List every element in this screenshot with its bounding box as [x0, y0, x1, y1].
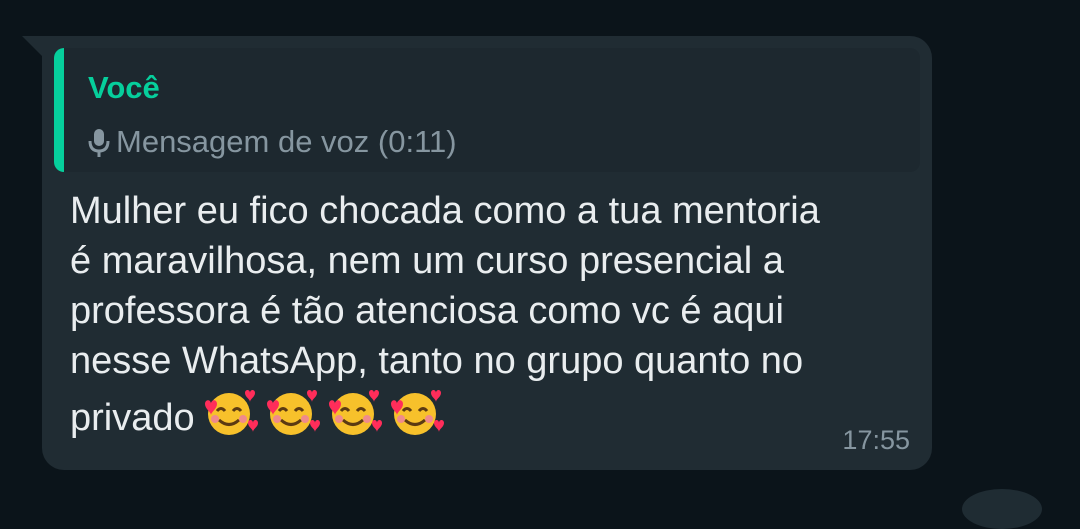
- quoted-author: Você: [88, 70, 160, 105]
- mic-icon: [88, 129, 110, 157]
- message-text: Mulher eu fico chocada como a tua mentor…: [70, 190, 820, 439]
- smiling-face-with-hearts-icon: [328, 390, 382, 435]
- quote-accent-bar: [54, 48, 64, 172]
- smiling-face-with-hearts-icon: [204, 390, 258, 435]
- bubble-tail: [22, 36, 44, 58]
- message-text-block: Mulher eu fico chocada como a tua mentor…: [70, 186, 920, 443]
- smiling-face-with-hearts-icon: [390, 390, 444, 435]
- message-timestamp: 17:55: [842, 425, 910, 455]
- quoted-text: Mensagem de voz (0:11): [116, 124, 457, 159]
- quoted-content: Mensagem de voz (0:11): [86, 120, 457, 164]
- quoted-message[interactable]: Você Mensagem de voz (0:11): [54, 48, 920, 172]
- emoji-group: [199, 386, 445, 438]
- scroll-button-edge[interactable]: [962, 489, 1042, 529]
- smiling-face-with-hearts-icon: [266, 390, 320, 435]
- message-bubble[interactable]: Você Mensagem de voz (0:11) Mulher eu fi…: [42, 36, 932, 470]
